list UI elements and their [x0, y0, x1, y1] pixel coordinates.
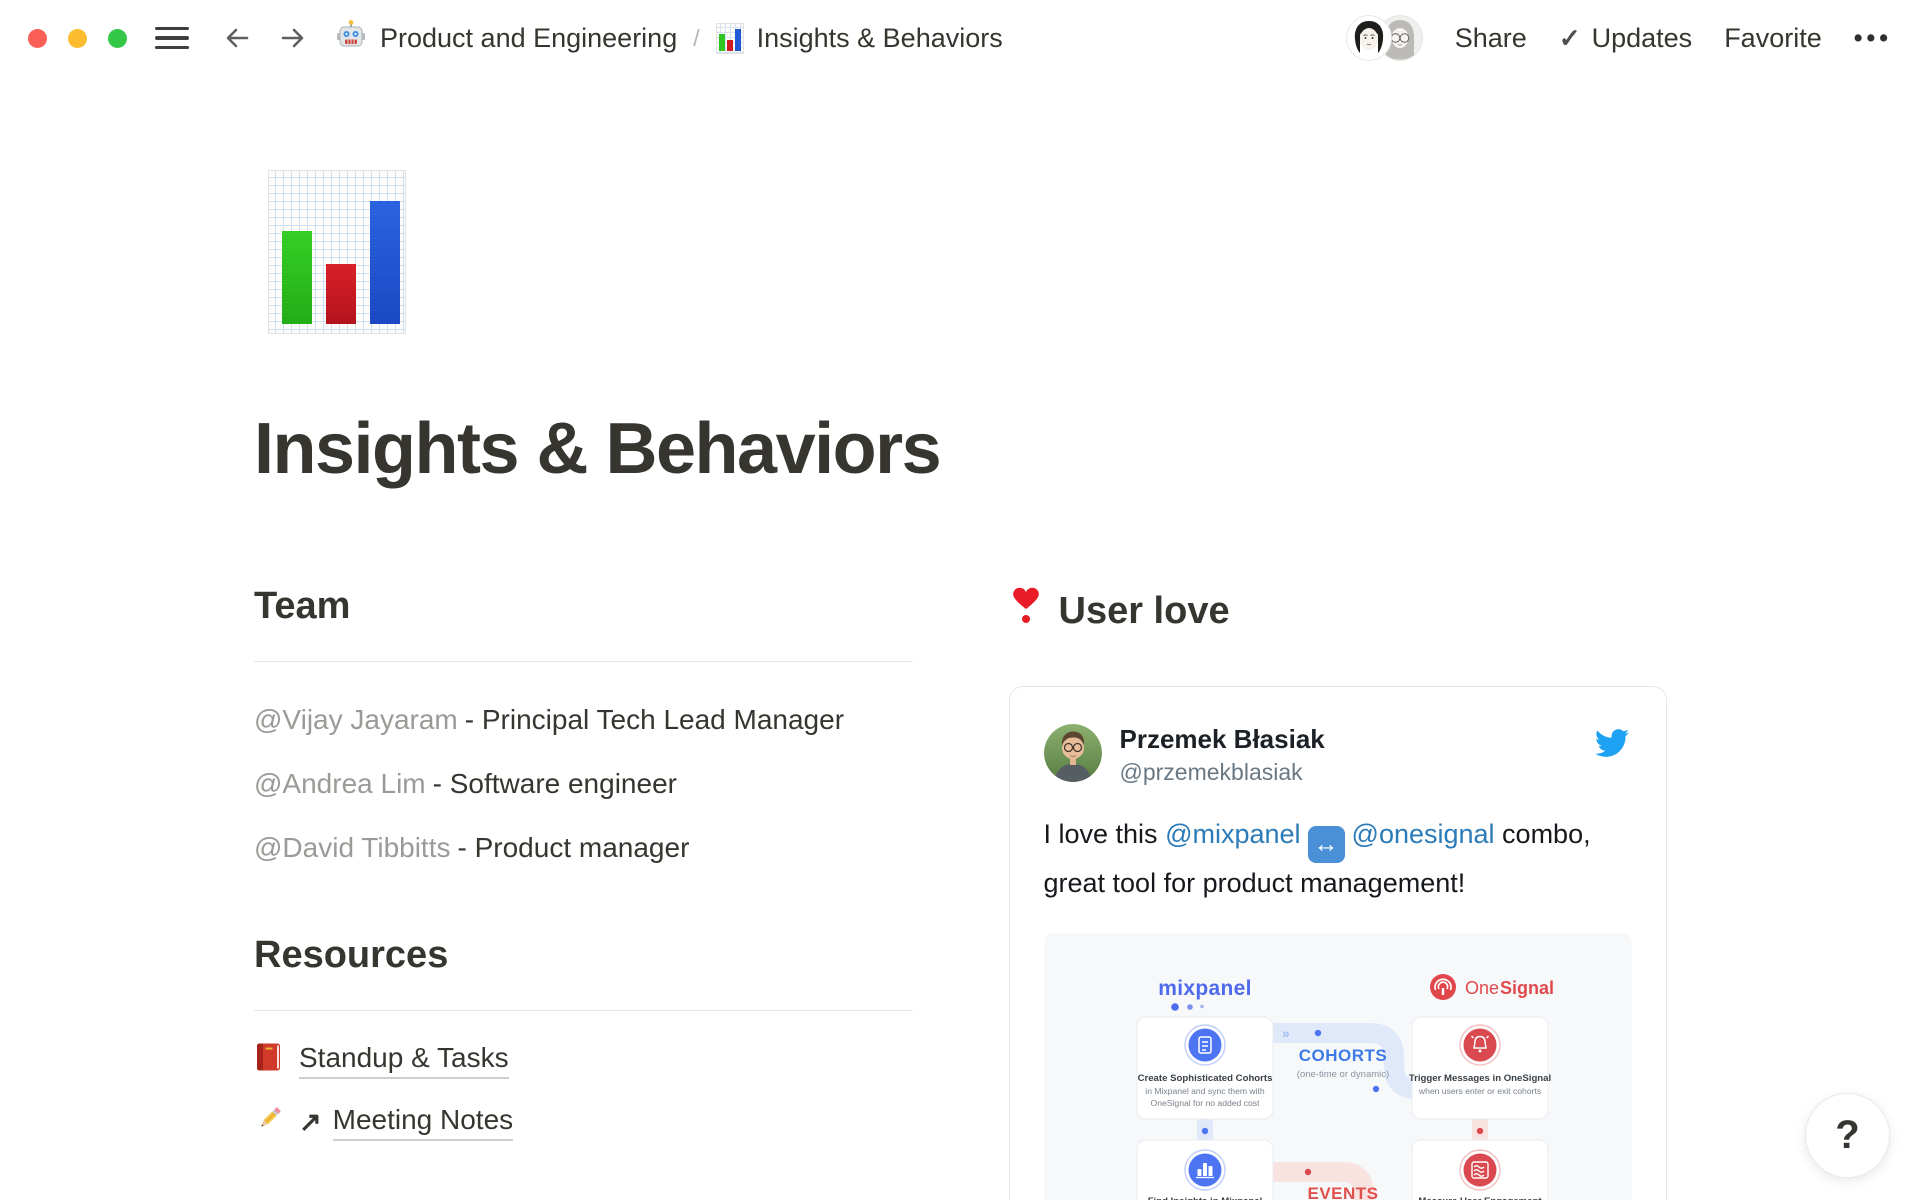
updates-label: Updates	[1592, 23, 1693, 54]
divider	[254, 661, 913, 662]
resource-list: Standup & Tasks	[254, 1041, 913, 1141]
member-role: - Principal Tech Lead Manager	[465, 704, 844, 735]
collaborator-avatar-1	[1346, 15, 1392, 61]
meeting-notes-link[interactable]: Meeting Notes	[333, 1104, 514, 1141]
external-link-arrow-icon: ↗	[299, 1107, 322, 1138]
tweet-text-post: combo,	[1495, 819, 1591, 849]
page-body: Insights & Behaviors Team @Vijay Jayaram…	[0, 170, 1920, 1200]
onesignal-logo-icon	[1430, 974, 1456, 1000]
zoom-window-button[interactable]	[108, 29, 127, 48]
heart-exclamation-icon	[1009, 585, 1043, 637]
page-title[interactable]: Insights & Behaviors	[254, 410, 1920, 489]
breadcrumb-separator: /	[693, 25, 699, 52]
onesignal-logo-signal: Signal	[1500, 978, 1554, 998]
help-button[interactable]: ?	[1805, 1093, 1890, 1178]
card-line: OneSignal for no added cost	[1150, 1098, 1260, 1108]
user-mention[interactable]: @Andrea Lim	[254, 768, 426, 799]
forward-arrow-icon[interactable]	[277, 23, 309, 53]
diagram-card-create-cohorts: Create Sophisticated Cohorts in Mixpanel…	[1137, 1017, 1273, 1119]
breadcrumb-parent-label: Product and Engineering	[380, 23, 677, 54]
right-column: User love	[1009, 585, 1668, 1200]
left-right-arrow-emoji: ↔	[1308, 826, 1345, 863]
team-member: @Vijay Jayaram- Principal Tech Lead Mana…	[254, 696, 913, 744]
page-icon[interactable]	[268, 170, 406, 334]
tweet-text-line2: great tool for product management!	[1044, 863, 1633, 905]
diagram-card-find-insights: Find Insights in Mixpanel with powerful …	[1137, 1140, 1273, 1200]
pencil-icon	[254, 1104, 284, 1141]
breadcrumb: Product and Engineering / Insights & Beh…	[335, 19, 1003, 58]
user-mention[interactable]: @Vijay Jayaram	[254, 704, 458, 735]
team-member: @David Tibbitts- Product manager	[254, 824, 913, 872]
tweet-author-name[interactable]: Przemek Błasiak	[1120, 724, 1593, 755]
onesignal-logo-one: One	[1465, 978, 1499, 998]
card-title: Find Insights in Mixpanel	[1147, 1196, 1262, 1200]
resource-link-row: ↗ Meeting Notes	[254, 1104, 913, 1141]
tweet-media-image[interactable]: » « mixpanel	[1044, 933, 1633, 1200]
diagram-card-trigger-messages: Trigger Messages in OneSignal when users…	[1408, 1017, 1550, 1119]
member-role: - Software engineer	[433, 768, 677, 799]
card-line: when users enter or exit cohorts	[1417, 1086, 1540, 1096]
cohorts-label: COHORTS	[1298, 1046, 1387, 1065]
diagram-card-measure-engagement: Measure User Engagement with messages, t…	[1412, 1140, 1548, 1200]
breadcrumb-current-label: Insights & Behaviors	[757, 23, 1003, 54]
tweet-author-handle: @przemekblasiak	[1120, 759, 1593, 786]
updates-button[interactable]: ✓ Updates	[1559, 23, 1692, 54]
member-role: - Product manager	[458, 832, 690, 863]
card-line: in Mixpanel and sync them with	[1145, 1086, 1265, 1096]
tweet-author-avatar	[1044, 724, 1102, 782]
share-button[interactable]: Share	[1455, 23, 1527, 54]
collaborator-avatars[interactable]	[1346, 15, 1423, 61]
user-mention[interactable]: @David Tibbitts	[254, 832, 451, 863]
tweet-embed: Przemek Błasiak @przemekblasiak I love t…	[1009, 686, 1668, 1200]
standup-tasks-link[interactable]: Standup & Tasks	[299, 1042, 509, 1079]
sidebar-toggle-icon[interactable]	[155, 27, 189, 49]
mixpanel-logo: mixpanel	[1158, 977, 1251, 1000]
back-arrow-icon[interactable]	[221, 23, 253, 53]
onesignal-mention-link[interactable]: @onesignal	[1352, 819, 1495, 849]
breadcrumb-item-current[interactable]: Insights & Behaviors	[716, 23, 1003, 54]
favorite-button[interactable]: Favorite	[1724, 23, 1822, 54]
twitter-bird-icon[interactable]	[1592, 726, 1632, 765]
resources-heading: Resources	[254, 934, 913, 977]
more-options-button[interactable]: •••	[1854, 24, 1892, 53]
team-heading: Team	[254, 585, 913, 628]
red-book-icon	[254, 1041, 284, 1080]
check-icon: ✓	[1559, 23, 1581, 54]
resource-link-row: Standup & Tasks	[254, 1041, 913, 1080]
window-controls	[28, 29, 127, 48]
topbar: Product and Engineering / Insights & Beh…	[0, 0, 1920, 76]
breadcrumb-item-parent[interactable]: Product and Engineering	[335, 19, 677, 58]
card-title: Create Sophisticated Cohorts	[1137, 1073, 1272, 1084]
mixpanel-mention-link[interactable]: @mixpanel	[1165, 819, 1300, 849]
cohorts-sublabel: (one-time or dynamic)	[1296, 1069, 1388, 1080]
bar-chart-icon	[716, 23, 744, 54]
team-list: @Vijay Jayaram- Principal Tech Lead Mana…	[254, 696, 913, 872]
close-window-button[interactable]	[28, 29, 47, 48]
flow-chevrons-right: »	[1282, 1025, 1290, 1041]
card-title: Measure User Engagement	[1418, 1196, 1542, 1200]
team-member: @Andrea Lim- Software engineer	[254, 760, 913, 808]
robot-icon	[335, 19, 367, 58]
minimize-window-button[interactable]	[68, 29, 87, 48]
divider	[254, 1010, 913, 1011]
tweet-text: I love this @mixpanel↔@onesignal combo, …	[1044, 814, 1633, 905]
left-column: Team @Vijay Jayaram- Principal Tech Lead…	[254, 585, 913, 1200]
user-love-heading: User love	[1009, 585, 1668, 637]
user-love-label: User love	[1059, 590, 1230, 633]
card-title: Trigger Messages in OneSignal	[1408, 1073, 1550, 1084]
tweet-text-pre: I love this	[1044, 819, 1166, 849]
events-label: EVENTS	[1307, 1184, 1378, 1200]
